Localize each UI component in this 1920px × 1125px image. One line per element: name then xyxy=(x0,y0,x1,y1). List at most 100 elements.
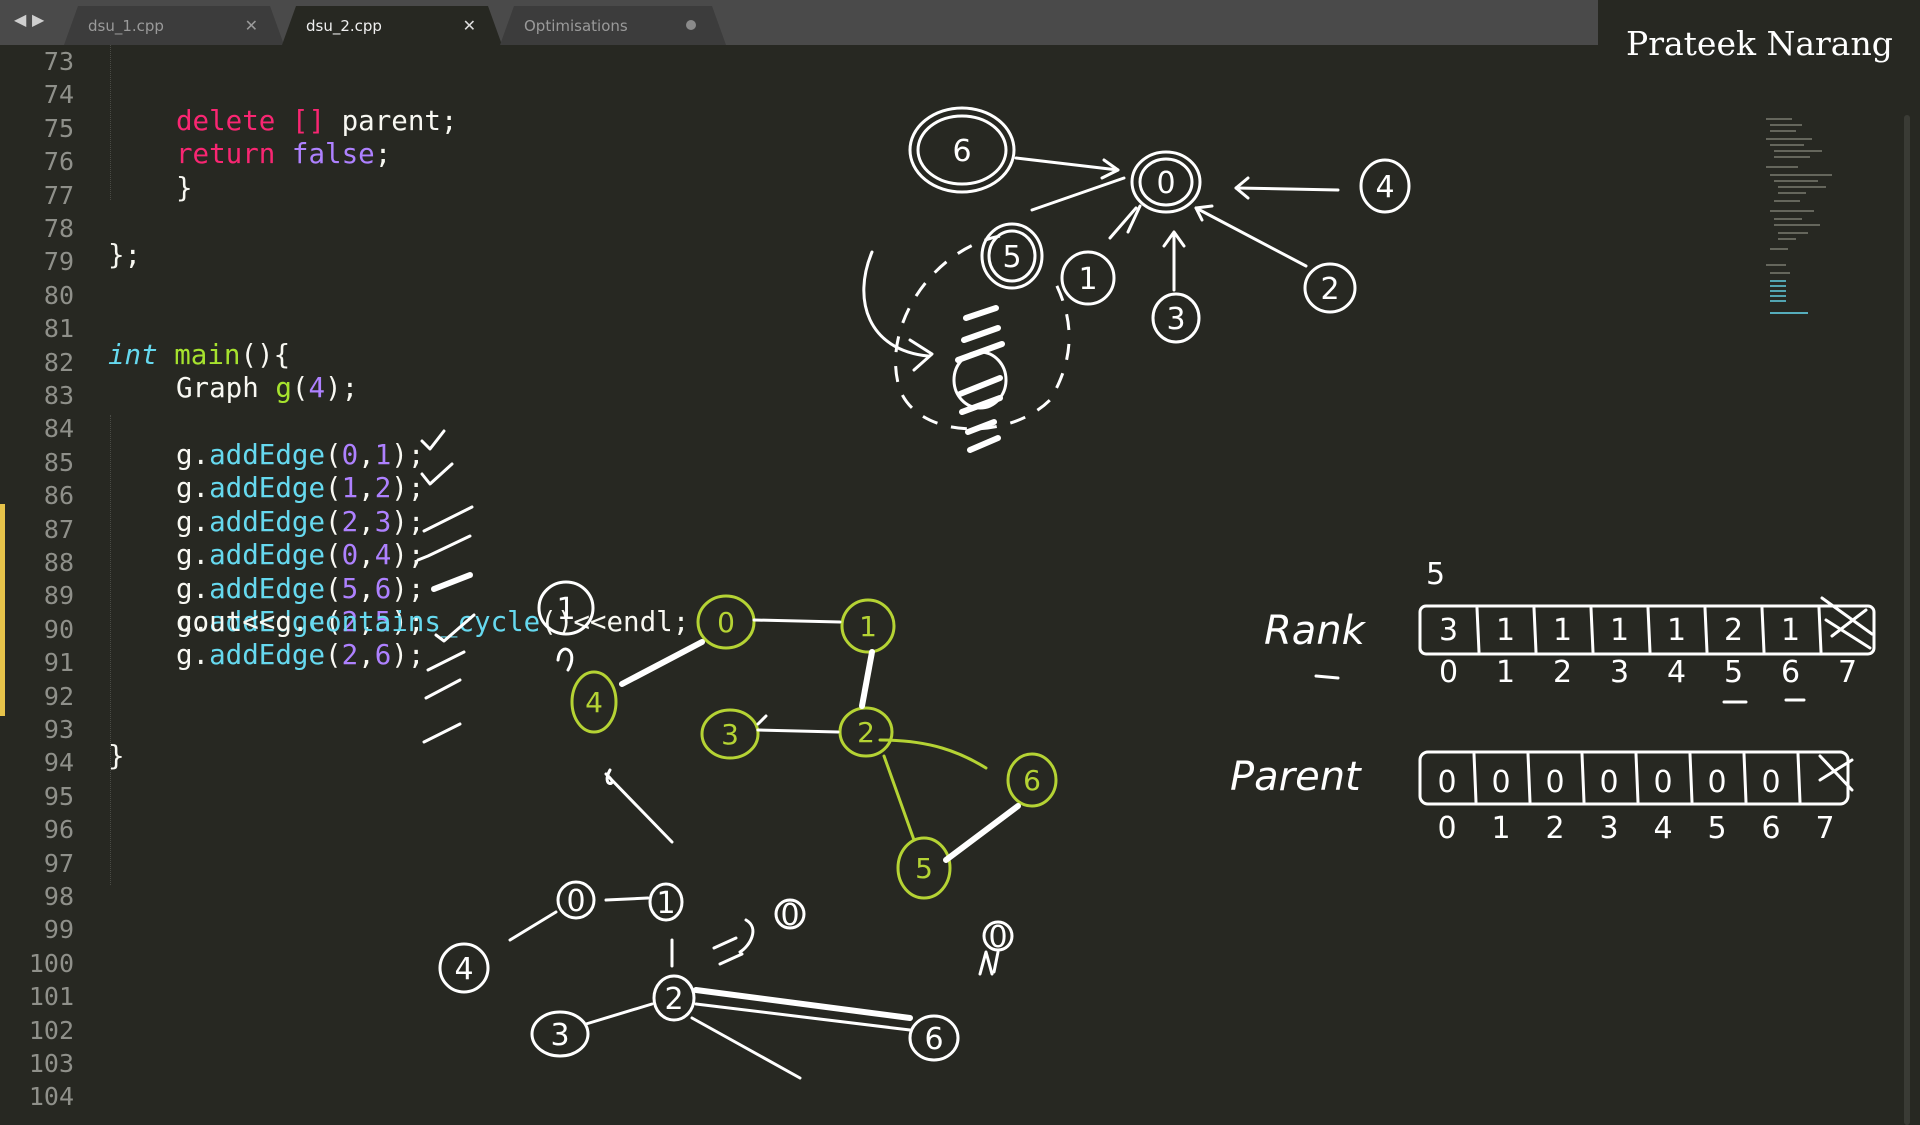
tab-label: Optimisations xyxy=(524,17,628,35)
code-text: cout<<g. xyxy=(176,606,309,638)
tab-label: dsu_2.cpp xyxy=(306,17,382,35)
close-icon[interactable]: ✕ xyxy=(463,16,476,35)
vertical-scrollbar[interactable] xyxy=(1904,115,1910,1125)
line-number: 79 xyxy=(43,247,74,277)
code-text: ; xyxy=(374,138,392,170)
code-line-75: delete [] parent; xyxy=(176,105,457,138)
line-number: 90 xyxy=(43,614,74,644)
line-number: 83 xyxy=(43,381,74,410)
line-number: 102 xyxy=(28,1015,74,1045)
code-text: g. xyxy=(176,505,210,538)
line-number: 74 xyxy=(43,80,74,110)
line-number: 78 xyxy=(43,214,74,243)
line-number: 104 xyxy=(28,1082,74,1112)
method-name: addEdge xyxy=(209,572,326,605)
number: 0 xyxy=(341,539,359,572)
brackets: [] xyxy=(291,105,326,137)
close-icon[interactable]: ✕ xyxy=(245,16,258,35)
number: 2 xyxy=(374,472,392,505)
line-number: 87 xyxy=(43,514,74,544)
line-number: 103 xyxy=(28,1049,74,1078)
code-line-83: Graph g(4); xyxy=(176,372,358,405)
method-name: addEdge xyxy=(209,472,326,505)
indent-guide xyxy=(110,45,111,200)
line-number: 92 xyxy=(43,681,74,711)
line-number: 93 xyxy=(43,715,74,744)
line-number: 84 xyxy=(43,414,74,444)
number: 4 xyxy=(308,372,326,404)
line-number: 99 xyxy=(43,915,74,945)
code-text: g. xyxy=(176,439,210,471)
tab-bar: ◀ ▶ dsu_1.cpp ✕ dsu_2.cpp ✕ Optimisation… xyxy=(0,0,1598,45)
code-line-add-edge: g.addEdge(1,2); xyxy=(176,472,425,505)
code-text: ()<<endl; xyxy=(540,606,690,638)
code-line-79: }; xyxy=(108,239,141,272)
code-line-77: } xyxy=(176,172,193,205)
forward-arrow-icon[interactable]: ▶ xyxy=(32,10,44,29)
number: 1 xyxy=(374,439,392,471)
method-name: addEdge xyxy=(209,505,326,538)
number: 1 xyxy=(341,472,359,505)
variable-name: g xyxy=(275,372,292,404)
line-number: 98 xyxy=(43,882,74,911)
number: 6 xyxy=(374,639,392,672)
line-number: 86 xyxy=(43,481,74,511)
code-text: g. xyxy=(176,639,210,672)
code-line-76: return false; xyxy=(176,138,391,171)
line-number: 73 xyxy=(43,47,74,76)
line-number: 95 xyxy=(43,781,74,811)
function-name: main xyxy=(174,339,241,371)
code-line-82: int main(){ xyxy=(108,339,290,372)
code-text: g. xyxy=(176,539,210,572)
number: 2 xyxy=(341,505,359,538)
line-number: 82 xyxy=(43,347,74,377)
tab-dsu-1[interactable]: dsu_1.cpp ✕ xyxy=(64,6,284,45)
code-text: } xyxy=(176,172,193,204)
line-number: 81 xyxy=(43,314,74,344)
minimap[interactable] xyxy=(1762,115,1852,355)
modified-lines-marker xyxy=(0,504,5,716)
line-number: 101 xyxy=(28,982,74,1012)
code-text: } xyxy=(108,740,125,772)
code-text: }; xyxy=(108,239,142,271)
method-name: addEdge xyxy=(209,539,326,572)
line-number: 97 xyxy=(43,848,74,878)
number: 6 xyxy=(374,572,392,605)
line-number: 85 xyxy=(43,447,74,477)
tab-optimisations[interactable]: Optimisations xyxy=(500,6,726,45)
number: 2 xyxy=(341,639,359,672)
code-line-add-edge: g.addEdge(0,4); xyxy=(176,539,425,572)
code-text: parent; xyxy=(325,105,458,137)
line-number: 100 xyxy=(28,948,74,978)
number: 4 xyxy=(374,539,392,572)
type-keyword: int xyxy=(108,339,158,371)
line-number: 77 xyxy=(43,180,74,210)
number: 3 xyxy=(374,505,392,538)
tab-dsu-2[interactable]: dsu_2.cpp ✕ xyxy=(282,6,502,45)
code-text: ( xyxy=(291,372,309,404)
code-text: g. xyxy=(176,472,210,505)
class-name: Graph xyxy=(176,372,259,404)
tab-label: dsu_1.cpp xyxy=(88,17,164,35)
indent-guide xyxy=(110,415,111,885)
code-editor[interactable]: 73 74 75 76 77 78 79 80 81 82 83 84 85 86 87 88 89 90 91 92… xyxy=(0,45,1910,1125)
line-number: 76 xyxy=(43,147,74,177)
code-line-add-edge: g.addEdge(2,3); xyxy=(176,505,425,538)
literal: false xyxy=(291,138,375,170)
back-arrow-icon[interactable]: ◀ xyxy=(14,10,26,29)
code-text: (){ xyxy=(240,339,291,371)
line-number: 89 xyxy=(43,581,74,611)
line-number: 88 xyxy=(43,548,74,577)
code-line-93: cout<<g.contains_cycle()<<endl; xyxy=(176,606,689,639)
code-text: ); xyxy=(325,372,359,404)
method-name: contains_cycle xyxy=(308,606,541,638)
method-name: addEdge xyxy=(209,639,326,672)
code-line-add-edge: g.addEdge(5,6); xyxy=(176,572,425,605)
number: 0 xyxy=(341,439,359,471)
line-number: 91 xyxy=(43,648,74,678)
keyword: return xyxy=(176,138,276,170)
line-number: 96 xyxy=(43,815,74,845)
code-line-97: } xyxy=(108,740,125,773)
number: 5 xyxy=(341,572,359,605)
unsaved-dot-icon[interactable] xyxy=(686,20,696,30)
